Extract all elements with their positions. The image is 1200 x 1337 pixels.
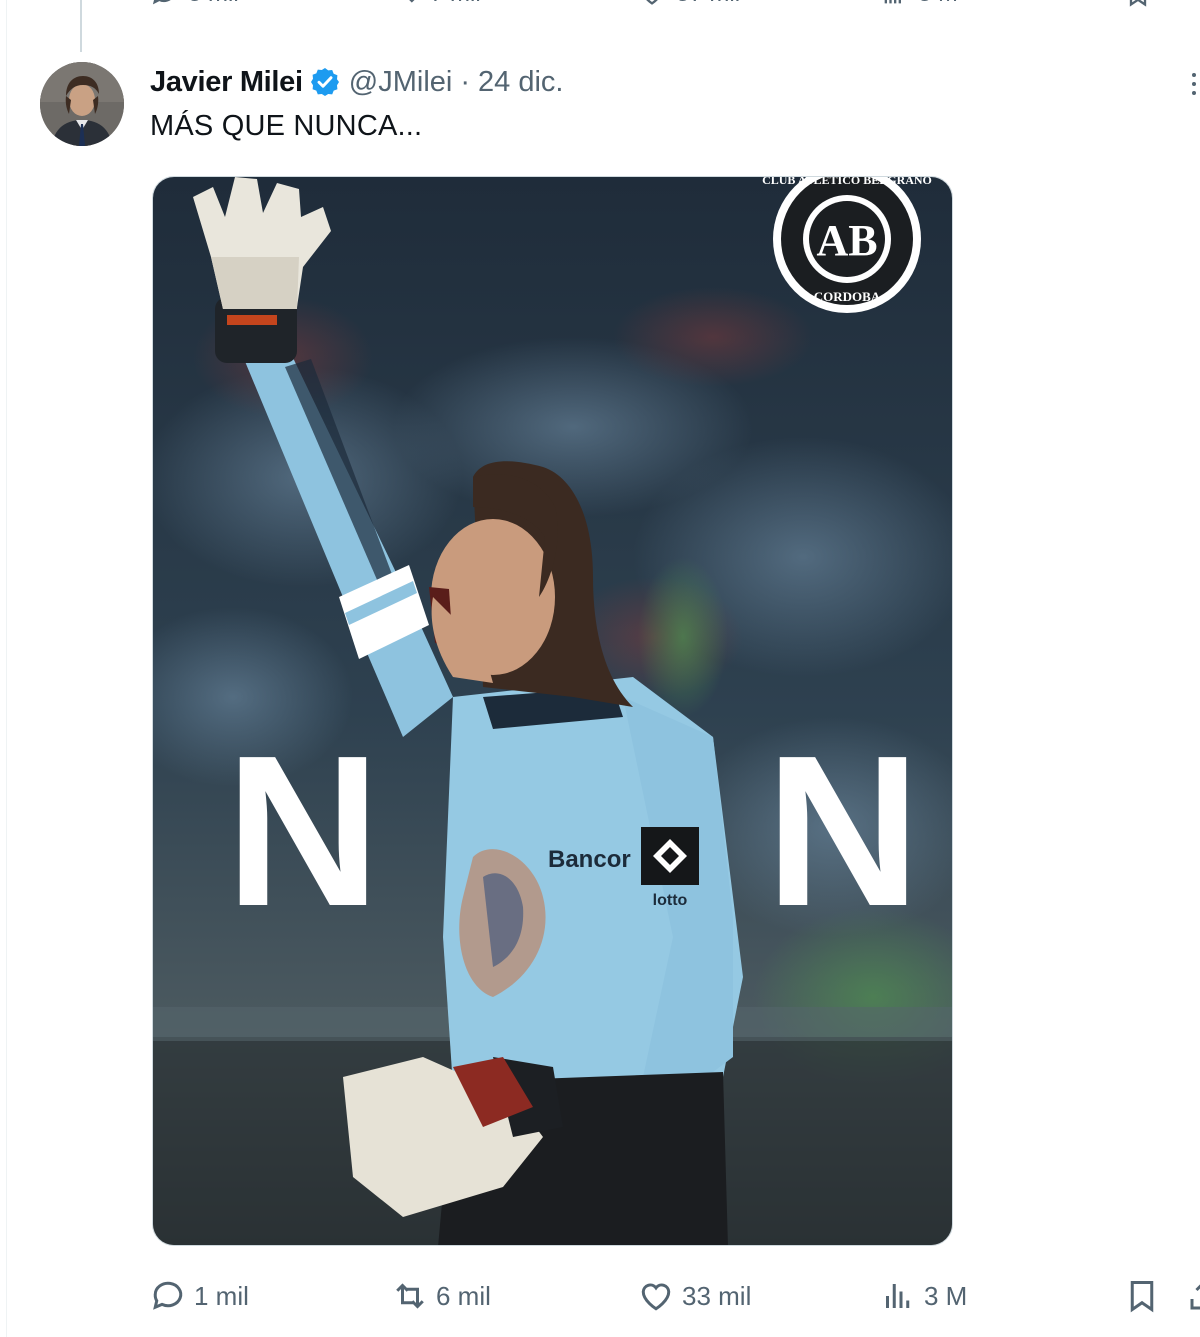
goalkeeper-photo: N N Bancor lotto AB CLUB ATLÉTICO BELGRA…	[153, 177, 952, 1245]
reply-count: 1 mil	[194, 1280, 249, 1311]
previous-bookmark-button[interactable]	[1124, 0, 1152, 7]
reply-icon	[153, 1281, 183, 1310]
tweet-media-image[interactable]: N N Bancor lotto AB CLUB ATLÉTICO BELGRA…	[152, 176, 953, 1246]
previous-reply-button[interactable]: 3 mil	[150, 0, 239, 8]
author-display-name[interactable]: Javier Milei	[150, 66, 303, 99]
jersey-sponsor-text: Bancor	[548, 846, 631, 873]
crest-text-top: CLUB ATLÉTICO BELGRANO	[762, 177, 932, 187]
previous-repost-count: 7 mil	[430, 0, 481, 8]
like-count: 33 mil	[682, 1280, 752, 1311]
heart-icon	[641, 1283, 671, 1311]
views-count: 3 M	[924, 1280, 968, 1311]
tweet-actions: 1 mil 6 mil 33 mil 3 M	[0, 1275, 1200, 1317]
heart-icon	[646, 0, 658, 5]
reply-icon	[152, 0, 171, 5]
share-icon	[1190, 1284, 1200, 1310]
timeline-border	[6, 0, 7, 1337]
bookmark-icon	[1129, 0, 1147, 7]
tweet-date[interactable]: 24 dic.	[478, 66, 563, 99]
previous-reply-count: 3 mil	[188, 0, 239, 8]
verified-badge-icon[interactable]	[309, 66, 341, 98]
previous-repost-button[interactable]: 7 mil	[392, 0, 481, 8]
repost-icon	[409, 0, 415, 3]
repost-icon	[396, 1283, 424, 1309]
previous-like-count: 37 mil	[676, 0, 740, 8]
views-icon	[886, 1284, 910, 1308]
crest-monogram: AB	[816, 216, 877, 265]
tweet-header: Javier Milei @JMilei · 24 dic.	[150, 62, 563, 102]
views-icon	[884, 0, 901, 4]
previous-tweet-actions: 3 mil 7 mil 37 mil 3 M	[150, 0, 1200, 8]
share-button[interactable]	[1186, 1275, 1200, 1317]
crest-text-bottom: CORDOBA	[814, 289, 881, 304]
previous-like-button[interactable]: 37 mil	[638, 0, 740, 8]
bookmark-button[interactable]	[1124, 1275, 1168, 1317]
previous-views-button[interactable]: 3 M	[880, 0, 958, 8]
thread-connector-line	[80, 0, 82, 52]
repost-count: 6 mil	[436, 1280, 491, 1311]
avatar-photo	[40, 62, 124, 146]
jersey-brand-text: lotto	[653, 892, 688, 909]
repost-button[interactable]: 6 mil	[392, 1275, 491, 1317]
overlay-letter-left: N	[225, 710, 380, 951]
author-handle[interactable]: @JMilei	[349, 66, 453, 99]
more-icon[interactable]	[1188, 70, 1200, 102]
like-button[interactable]: 33 mil	[638, 1275, 751, 1317]
tweet-text: MÁS QUE NUNCA...	[150, 110, 423, 142]
author-avatar[interactable]	[40, 62, 124, 146]
reply-button[interactable]: 1 mil	[150, 1275, 249, 1317]
previous-views-count: 3 M	[918, 0, 958, 8]
header-separator: ·	[460, 65, 471, 98]
overlay-letter-right: N	[765, 710, 920, 951]
views-button[interactable]: 3 M	[880, 1275, 967, 1317]
bookmark-icon	[1130, 1281, 1154, 1313]
